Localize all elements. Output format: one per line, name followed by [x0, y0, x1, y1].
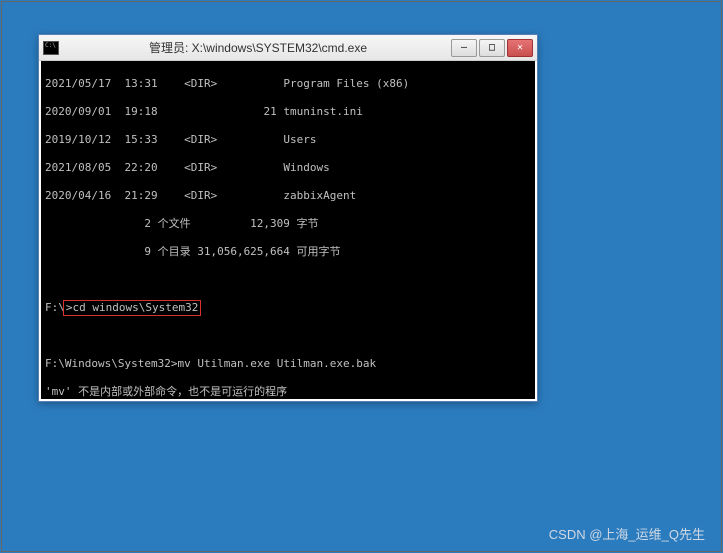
dir-summary: 9 个目录 31,056,625,664 可用字节: [45, 245, 531, 259]
close-button[interactable]: ✕: [507, 39, 533, 57]
window-title: 管理员: X:\windows\SYSTEM32\cmd.exe: [65, 39, 451, 56]
maximize-button[interactable]: □: [479, 39, 505, 57]
cmd-window: 管理员: X:\windows\SYSTEM32\cmd.exe — □ ✕ 2…: [38, 34, 538, 402]
cd-command-line: F:\>cd windows\System32: [45, 301, 531, 315]
dir-summary: 2 个文件 12,309 字节: [45, 217, 531, 231]
highlight-cd: >cd windows\System32: [63, 300, 201, 316]
minimize-button[interactable]: —: [451, 39, 477, 57]
blank-line: [45, 329, 531, 343]
dir-line: 2020/04/16 21:29 <DIR> zabbixAgent: [45, 189, 531, 203]
blank-line: [45, 273, 531, 287]
mv-error-line: 'mv' 不是内部或外部命令，也不是可运行的程序: [45, 385, 531, 399]
watermark-text: CSDN @上海_运维_Q先生: [549, 524, 705, 543]
dir-line: 2019/10/12 15:33 <DIR> Users: [45, 133, 531, 147]
terminal-output[interactable]: 2021/05/17 13:31 <DIR> Program Files (x8…: [39, 61, 537, 401]
titlebar[interactable]: 管理员: X:\windows\SYSTEM32\cmd.exe — □ ✕: [39, 35, 537, 61]
mv-command-line: F:\Windows\System32>mv Utilman.exe Utilm…: [45, 357, 531, 371]
window-controls: — □ ✕: [451, 39, 533, 57]
dir-line: 2021/08/05 22:20 <DIR> Windows: [45, 161, 531, 175]
dir-line: 2021/05/17 13:31 <DIR> Program Files (x8…: [45, 77, 531, 91]
cmd-icon: [43, 41, 59, 55]
dir-line: 2020/09/01 19:18 21 tmuninst.ini: [45, 105, 531, 119]
